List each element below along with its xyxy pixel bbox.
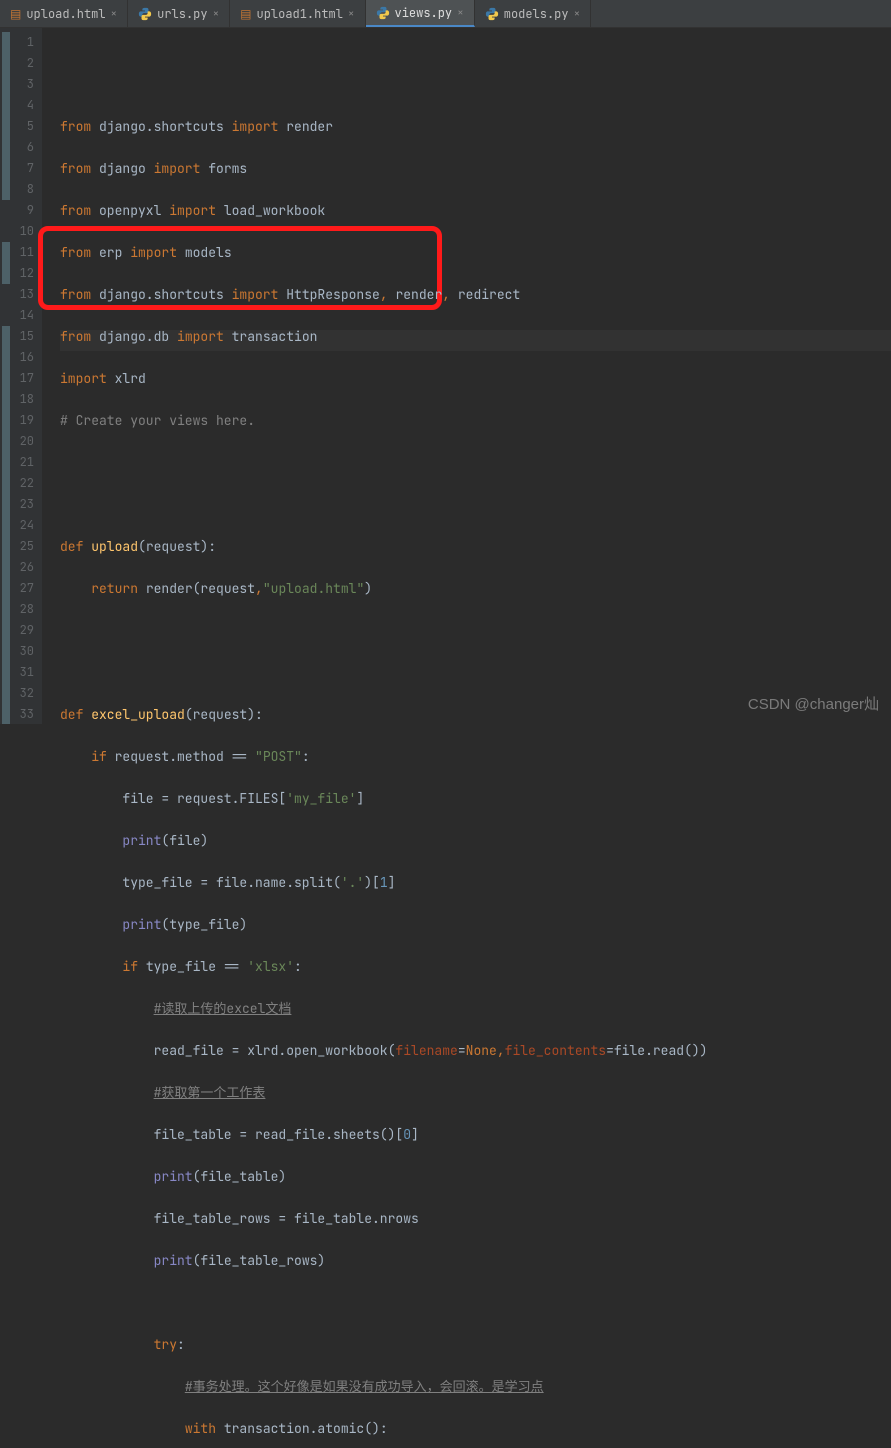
- line-number: 14: [18, 305, 34, 326]
- tab-label: upload1.html: [257, 6, 343, 22]
- line-number: 32: [18, 683, 34, 704]
- line-number: 16: [18, 347, 34, 368]
- line-number: 15: [18, 326, 34, 347]
- tab-label: views.py: [395, 5, 453, 21]
- line-number: 21: [18, 452, 34, 473]
- line-number: 2: [18, 53, 34, 74]
- line-number: 27: [18, 578, 34, 599]
- line-number: 5: [18, 116, 34, 137]
- line-number: 13: [18, 284, 34, 305]
- code-area[interactable]: from django.shortcuts import render from…: [42, 28, 891, 724]
- tab-label: urls.py: [157, 6, 207, 22]
- close-icon[interactable]: ×: [457, 6, 464, 20]
- line-number: 8: [18, 179, 34, 200]
- tab-models-py[interactable]: models.py ×: [475, 0, 591, 27]
- line-number: 7: [18, 158, 34, 179]
- line-number: 31: [18, 662, 34, 683]
- line-number: 17: [18, 368, 34, 389]
- line-number: 19: [18, 410, 34, 431]
- line-number: 29: [18, 620, 34, 641]
- python-icon: [485, 7, 499, 21]
- line-number-gutter: 1234567891011121314151617181920212223242…: [0, 28, 42, 724]
- vcs-marker: [2, 32, 10, 200]
- tab-label: models.py: [504, 6, 569, 22]
- html-icon: ▤: [240, 6, 251, 22]
- line-number: 26: [18, 557, 34, 578]
- line-number: 24: [18, 515, 34, 536]
- close-icon[interactable]: ×: [213, 7, 220, 21]
- line-number: 12: [18, 263, 34, 284]
- tab-upload-html[interactable]: ▤ upload.html ×: [0, 0, 128, 27]
- tab-urls-py[interactable]: urls.py ×: [128, 0, 230, 27]
- line-number: 18: [18, 389, 34, 410]
- close-icon[interactable]: ×: [111, 7, 118, 21]
- tab-label: upload.html: [26, 6, 105, 22]
- line-number: 20: [18, 431, 34, 452]
- tab-views-py[interactable]: views.py ×: [366, 0, 475, 27]
- close-icon[interactable]: ×: [574, 7, 581, 21]
- line-number: 1: [18, 32, 34, 53]
- python-icon: [376, 6, 390, 20]
- editor[interactable]: 1234567891011121314151617181920212223242…: [0, 28, 891, 724]
- line-number: 25: [18, 536, 34, 557]
- line-number: 4: [18, 95, 34, 116]
- line-number: 22: [18, 473, 34, 494]
- html-icon: ▤: [10, 6, 21, 22]
- vcs-marker: [2, 326, 10, 724]
- tab-bar: ▤ upload.html × urls.py × ▤ upload1.html…: [0, 0, 891, 28]
- vcs-marker: [2, 242, 10, 284]
- line-number: 6: [18, 137, 34, 158]
- close-icon[interactable]: ×: [348, 7, 355, 21]
- line-number: 10: [18, 221, 34, 242]
- line-number: 9: [18, 200, 34, 221]
- tab-upload1-html[interactable]: ▤ upload1.html ×: [230, 0, 365, 27]
- line-number: 30: [18, 641, 34, 662]
- line-number: 11: [18, 242, 34, 263]
- python-icon: [138, 7, 152, 21]
- line-number: 28: [18, 599, 34, 620]
- line-number: 33: [18, 704, 34, 725]
- line-number: 3: [18, 74, 34, 95]
- line-number: 23: [18, 494, 34, 515]
